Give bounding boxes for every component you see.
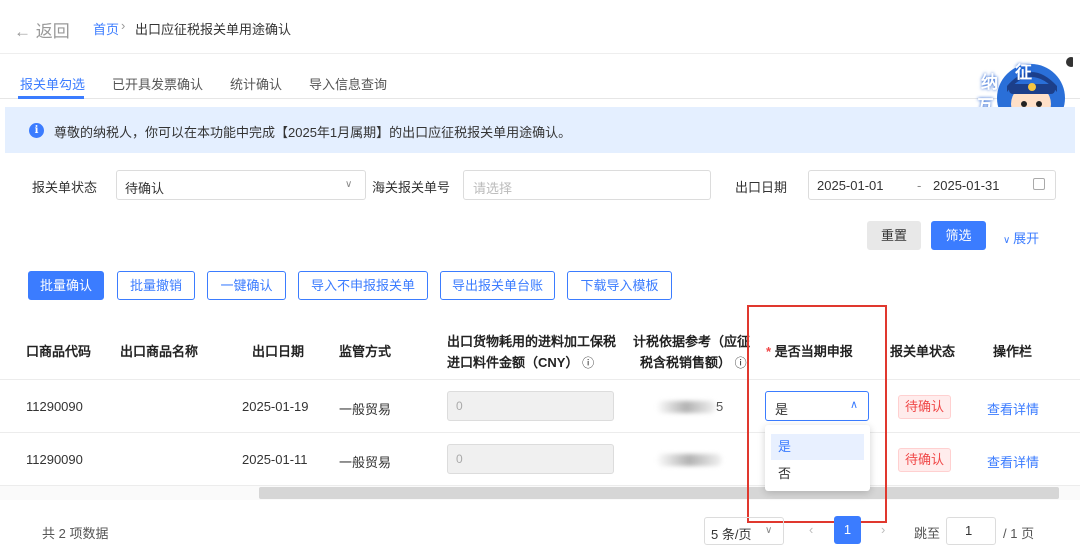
- batch-confirm-button[interactable]: 批量确认: [28, 271, 104, 300]
- customs-no-input[interactable]: 请选择: [463, 170, 711, 200]
- status-badge: 待确认: [898, 395, 952, 419]
- table-header: 口商品代码 出口商品名称 出口日期 监管方式 出口货物耗用的进料加工保税 进口料…: [0, 305, 1080, 380]
- info-circle-icon[interactable]: ⓘ: [582, 356, 594, 370]
- date-range-picker[interactable]: 2025-01-01 - 2025-01-31: [808, 170, 1056, 200]
- status-filter-label: 报关单状态: [32, 180, 98, 195]
- filter-button[interactable]: 筛选: [931, 221, 986, 250]
- chevron-down-icon: ∨: [1003, 235, 1014, 246]
- status-badge: 待确认: [898, 448, 952, 472]
- cell-product-code: 11290090: [26, 399, 83, 414]
- page-title: 出口应征税报关单用途确认: [135, 22, 292, 37]
- customs-no-label: 海关报关单号: [372, 180, 451, 195]
- view-details-link[interactable]: 查看详情: [987, 452, 1039, 471]
- chevron-down-icon: ∨: [765, 525, 773, 536]
- download-template-button[interactable]: 下载导入模板: [567, 271, 672, 300]
- mascot-char: 纳: [981, 73, 998, 92]
- page-size-value: 5 条/页: [711, 527, 752, 542]
- th-tax-ref-line2: 税含税销售额） ⓘ: [640, 355, 747, 370]
- tab-active-indicator: [18, 96, 84, 99]
- info-circle-icon[interactable]: ⓘ: [735, 356, 747, 370]
- mascot-char: 征: [1015, 63, 1032, 82]
- cell-supervision-mode: 一般贸易: [339, 455, 392, 470]
- th-declaration-status: 报关单状态: [890, 344, 956, 359]
- tab-import-query[interactable]: 导入信息查询: [309, 74, 387, 93]
- redacted-value: [656, 454, 722, 466]
- back-button[interactable]: ← 返回: [14, 17, 70, 42]
- cell-amount-input: 0: [447, 444, 614, 474]
- total-count: 共 2 项数据: [42, 526, 109, 541]
- th-supervision-mode: 监管方式: [339, 344, 392, 359]
- import-non-declared-button[interactable]: 导入不申报报关单: [298, 271, 428, 300]
- th-product-name: 出口商品名称: [120, 344, 199, 359]
- batch-revoke-button[interactable]: 批量撤销: [117, 271, 195, 300]
- export-date-label: 出口日期: [735, 180, 788, 195]
- info-icon: i: [29, 123, 44, 138]
- reset-button[interactable]: 重置: [867, 221, 921, 250]
- status-select-value: 待确认: [125, 181, 165, 196]
- notice-text: 尊敬的纳税人，你可以在本功能中完成【2025年1月属期】的出口应征税报关单用途确…: [54, 125, 572, 140]
- highlight-box: [747, 305, 887, 523]
- breadcrumb-home[interactable]: 首页: [93, 19, 119, 38]
- page-1-button[interactable]: 1: [834, 516, 861, 544]
- redacted-value: [656, 401, 716, 413]
- th-amount-line2: 进口料件金额（CNY） ⓘ: [447, 355, 595, 370]
- next-page-button[interactable]: ›: [881, 522, 885, 537]
- page-size-select[interactable]: 5 条/页 ∨: [704, 517, 784, 545]
- expand-toggle[interactable]: ∨ 展开: [1003, 228, 1039, 247]
- jump-label: 跳至: [914, 526, 941, 541]
- calendar-icon: [1033, 178, 1045, 190]
- cell-product-code: 11290090: [26, 452, 83, 467]
- th-export-date: 出口日期: [252, 344, 305, 359]
- total-pages: / 1 页: [1003, 526, 1035, 541]
- tab-checklist[interactable]: 报关单勾选: [20, 74, 85, 93]
- expand-label: 展开: [1013, 231, 1040, 246]
- jump-page-input[interactable]: 1: [946, 517, 996, 545]
- export-ledger-button[interactable]: 导出报关单台账: [440, 271, 555, 300]
- date-end[interactable]: 2025-01-31: [933, 178, 1000, 193]
- cell-amount-input: 0: [447, 391, 614, 421]
- status-select[interactable]: 待确认 ∨: [116, 170, 366, 200]
- date-separator: -: [917, 178, 922, 193]
- tab-invoiced-confirm[interactable]: 已开具发票确认: [112, 74, 203, 93]
- breadcrumb-separator: ›: [121, 18, 126, 33]
- cell-supervision-mode: 一般贸易: [339, 402, 392, 417]
- tab-bar: 报关单勾选 已开具发票确认 统计确认 导入信息查询: [0, 54, 1080, 99]
- view-details-link[interactable]: 查看详情: [987, 399, 1039, 418]
- one-click-confirm-button[interactable]: 一键确认: [207, 271, 286, 300]
- scrollbar-thumb[interactable]: [259, 487, 1059, 499]
- customs-no-placeholder: 请选择: [473, 181, 513, 196]
- th-amount-line1: 出口货物耗用的进料加工保税: [447, 334, 617, 349]
- th-tax-ref-line1: 计税依据参考（应征: [633, 334, 751, 349]
- tab-statistics-confirm[interactable]: 统计确认: [230, 74, 282, 93]
- chevron-down-icon: ∨: [345, 179, 353, 190]
- th-product-code: 口商品代码: [26, 344, 92, 359]
- cell-tax-ref-suffix: 5: [716, 399, 724, 414]
- prev-page-button[interactable]: ‹: [809, 522, 813, 537]
- table-row: 11290090 2025-01-19 一般贸易 0 5 是 ∧ 待确认 查看详…: [0, 380, 1080, 433]
- table-row: 11290090 2025-01-11 一般贸易 0 待确认 查看详情: [0, 433, 1080, 486]
- date-start[interactable]: 2025-01-01: [817, 178, 884, 193]
- cell-export-date: 2025-01-11: [242, 452, 308, 467]
- cell-export-date: 2025-01-19: [242, 399, 309, 414]
- th-operations: 操作栏: [993, 344, 1033, 359]
